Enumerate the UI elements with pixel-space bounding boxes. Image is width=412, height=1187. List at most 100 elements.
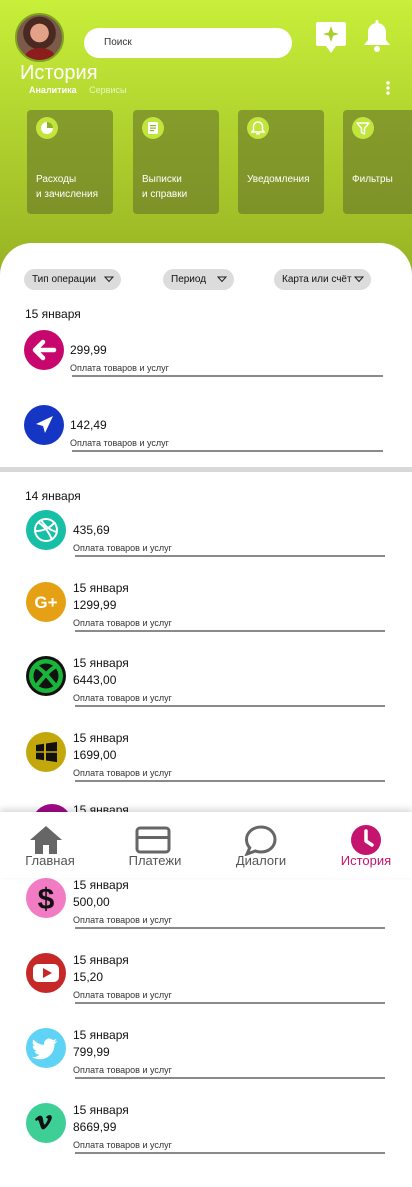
chat-icon bbox=[244, 825, 277, 856]
bell-icon[interactable] bbox=[361, 20, 393, 54]
divider bbox=[75, 927, 385, 929]
tab-analytics[interactable]: Аналитика bbox=[29, 85, 77, 95]
bell-icon bbox=[247, 117, 269, 139]
more-vertical-icon[interactable] bbox=[382, 80, 394, 96]
transaction-description: Оплата товаров и услуг bbox=[70, 363, 169, 373]
date-header: 15 января bbox=[25, 307, 81, 321]
svg-text:$: $ bbox=[38, 883, 55, 916]
transaction-date: 15 января bbox=[73, 581, 129, 595]
nav-history[interactable]: История bbox=[316, 812, 412, 878]
divider bbox=[75, 705, 385, 707]
document-icon bbox=[142, 117, 164, 139]
avatar[interactable] bbox=[15, 13, 64, 62]
navigation-arrow-icon bbox=[24, 405, 64, 445]
transaction-amount: 299,99 bbox=[70, 343, 107, 357]
svg-text:G+: G+ bbox=[34, 593, 57, 612]
transaction-date: 15 января bbox=[73, 804, 129, 812]
filter-card-or-account[interactable]: Карта или счёт bbox=[274, 269, 371, 290]
transaction-description: Оплата товаров и услуг bbox=[70, 438, 169, 448]
search-input[interactable]: Поиск bbox=[84, 28, 292, 58]
filter-icon bbox=[352, 117, 374, 139]
history-sheet: Тип операции Период Карта или счёт 15 ян… bbox=[0, 243, 412, 1187]
transaction-item[interactable]: 142,49 Оплата товаров и услуг bbox=[0, 405, 412, 465]
dollar-icon: $ bbox=[26, 878, 66, 918]
transaction-amount: 1699,00 bbox=[73, 748, 117, 762]
service-cards: Расходы и зачисления Выписки и справки У… bbox=[27, 110, 412, 214]
divider bbox=[75, 1152, 385, 1154]
sparkle-chat-icon[interactable] bbox=[315, 20, 347, 54]
section-separator bbox=[0, 467, 412, 472]
twitter-icon bbox=[26, 1028, 66, 1068]
transaction-item[interactable]: 15 января bbox=[0, 804, 412, 812]
transaction-item[interactable]: 15 января 15,20 Оплата товаров и услуг bbox=[0, 953, 412, 1013]
transaction-date: 15 января bbox=[73, 953, 129, 967]
transaction-date: 15 января bbox=[73, 1103, 129, 1117]
google-plus-icon: G+ bbox=[26, 582, 66, 622]
transaction-item[interactable]: 15 января 8669,99 Оплата товаров и услуг bbox=[0, 1103, 412, 1163]
bottom-nav: Главная Платежи Диалоги История bbox=[0, 812, 412, 878]
transaction-date: 15 января bbox=[73, 1028, 129, 1042]
nav-payments[interactable]: Платежи bbox=[105, 812, 205, 878]
transaction-item[interactable]: G+ 15 января 1299,99 Оплата товаров и ус… bbox=[0, 581, 412, 642]
divider bbox=[72, 375, 383, 377]
transaction-amount: 1299,99 bbox=[73, 598, 117, 612]
transaction-icon bbox=[32, 804, 72, 812]
chevron-down-icon bbox=[104, 276, 114, 283]
chevron-down-icon bbox=[217, 276, 227, 283]
filter-bar: Тип операции Период Карта или счёт bbox=[0, 269, 412, 293]
transaction-amount: 6443,00 bbox=[73, 673, 117, 687]
service-card-filters[interactable]: Фильтры bbox=[343, 110, 412, 214]
transaction-date: 15 января bbox=[73, 878, 129, 892]
date-header: 14 января bbox=[25, 489, 81, 503]
transaction-item[interactable]: 15 января 1699,00 Оплата товаров и услуг bbox=[0, 731, 412, 792]
transaction-item[interactable]: 299,99 Оплата товаров и услуг bbox=[0, 330, 412, 390]
transaction-description: Оплата товаров и услуг bbox=[73, 1140, 172, 1150]
home-icon bbox=[30, 826, 62, 854]
transaction-amount: 8669,99 bbox=[73, 1120, 117, 1134]
transaction-amount: 142,49 bbox=[70, 418, 107, 432]
youtube-icon bbox=[26, 953, 66, 993]
transaction-amount: 500,00 bbox=[73, 895, 110, 909]
divider bbox=[75, 555, 385, 557]
tab-services[interactable]: Сервисы bbox=[89, 85, 126, 95]
divider bbox=[75, 780, 385, 782]
transaction-item[interactable]: 15 января 6443,00 Оплата товаров и услуг bbox=[0, 656, 412, 716]
transaction-item[interactable]: 15 января 799,99 Оплата товаров и услуг bbox=[0, 1028, 412, 1088]
transaction-amount: 799,99 bbox=[73, 1045, 110, 1059]
header-tabs: Аналитика Сервисы bbox=[29, 85, 136, 95]
transaction-date: 15 января bbox=[73, 731, 129, 745]
transaction-description: Оплата товаров и услуг bbox=[73, 618, 172, 628]
service-card-statements[interactable]: Выписки и справки bbox=[133, 110, 219, 214]
clock-icon bbox=[351, 825, 381, 855]
divider bbox=[75, 1002, 385, 1004]
divider bbox=[75, 630, 385, 632]
filter-period[interactable]: Период bbox=[163, 269, 234, 290]
filter-operation-type[interactable]: Тип операции bbox=[24, 269, 121, 290]
transaction-amount: 15,20 bbox=[73, 970, 104, 984]
transaction-item[interactable]: 435,69 Оплата товаров и услуг bbox=[0, 510, 412, 570]
transaction-item[interactable]: $ 15 января 500,00 Оплата товаров и услу… bbox=[0, 878, 412, 938]
pie-chart-icon bbox=[36, 117, 58, 139]
transaction-description: Оплата товаров и услуг bbox=[73, 543, 172, 553]
dribbble-icon bbox=[26, 510, 66, 550]
transaction-description: Оплата товаров и услуг bbox=[73, 768, 172, 778]
transaction-description: Оплата товаров и услуг bbox=[73, 1065, 172, 1075]
transaction-description: Оплата товаров и услуг bbox=[73, 693, 172, 703]
xbox-icon bbox=[26, 656, 66, 696]
chevron-down-icon bbox=[354, 276, 364, 283]
vimeo-icon bbox=[26, 1103, 66, 1143]
page-title: История bbox=[20, 62, 98, 84]
nav-dialogs[interactable]: Диалоги bbox=[211, 812, 311, 878]
service-card-expenses[interactable]: Расходы и зачисления bbox=[27, 110, 113, 214]
nav-home[interactable]: Главная bbox=[0, 812, 100, 878]
transaction-amount: 435,69 bbox=[73, 523, 110, 537]
transaction-date: 15 января bbox=[73, 656, 129, 670]
service-card-notifications[interactable]: Уведомления bbox=[238, 110, 324, 214]
card-icon bbox=[135, 826, 171, 854]
transaction-description: Оплата товаров и услуг bbox=[73, 915, 172, 925]
transaction-description: Оплата товаров и услуг bbox=[73, 990, 172, 1000]
windows-icon bbox=[26, 732, 66, 772]
divider bbox=[75, 1077, 385, 1079]
divider bbox=[72, 450, 383, 452]
arrow-left-icon bbox=[24, 330, 64, 370]
